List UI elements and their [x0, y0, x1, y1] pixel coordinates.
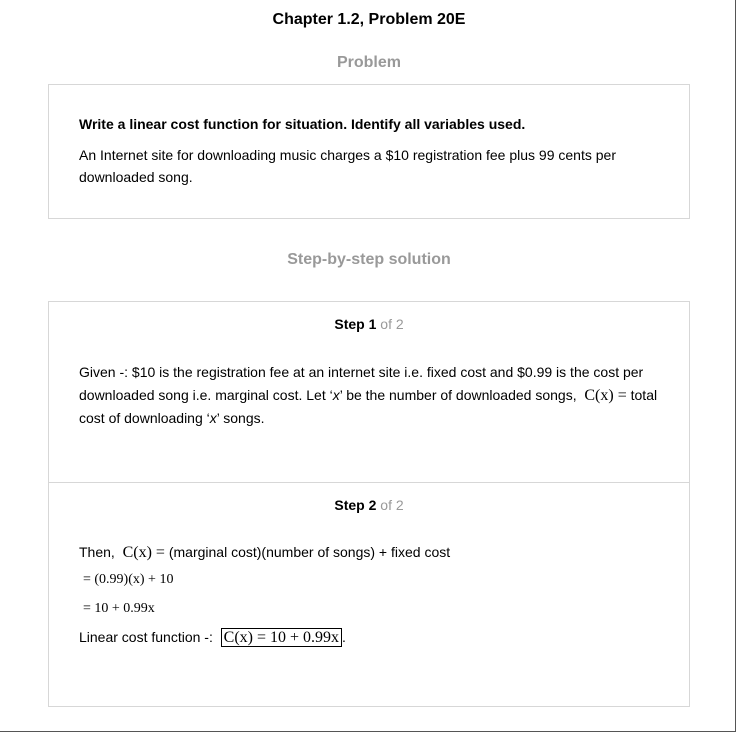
solution-box: Step 1 of 2 Given -: $10 is the registra…: [48, 301, 690, 707]
step-2-of: of 2: [380, 497, 404, 513]
chapter-title: Chapter 1.2, Problem 20E: [272, 11, 466, 28]
step-1-of: of 2: [380, 316, 404, 332]
step-1-math: C(x) =: [584, 387, 627, 404]
step-1-text: Given -: $10 is the registration fee at …: [79, 361, 664, 430]
step-1-number: 1: [368, 316, 377, 332]
solution-heading: Step-by-step solution: [287, 251, 451, 268]
step-2-label: Step 2 of 2: [334, 497, 404, 513]
step-2-result-line: Linear cost function -: C(x) = 10 + 0.99…: [79, 628, 346, 647]
step-2-then-math: C(x) =: [122, 544, 165, 561]
problem-box: Write a linear cost function for situati…: [48, 84, 690, 219]
step-1: Step 1 of 2 Given -: $10 is the registra…: [49, 302, 689, 483]
step-1-label: Step 1 of 2: [334, 316, 404, 332]
step-2-then-text: (marginal cost)(number of songs) + fixed…: [168, 544, 451, 560]
problem-text: An Internet site for downloading music c…: [79, 147, 616, 185]
step-2-result-label: Linear cost function -:: [79, 629, 213, 645]
step-2: Step 2 of 2 Then, C(x) = (marginal cost)…: [49, 483, 689, 706]
step-1-var: x: [332, 387, 340, 403]
step-1-text-d: ’ songs.: [216, 410, 265, 426]
problem-instruction: Write a linear cost function for situati…: [79, 116, 526, 132]
step-1-text-b: ’ be the number of downloaded songs,: [339, 387, 577, 403]
step-2-then-line: Then, C(x) = (marginal cost)(number of s…: [79, 544, 450, 562]
step-2-then-label: Then,: [79, 544, 115, 560]
step-2-equation-1: = (0.99)(x) + 10: [83, 572, 174, 587]
step-2-number: 2: [368, 497, 377, 513]
step-2-result-end: .: [342, 629, 346, 645]
step-2-result-math: C(x) = 10 + 0.99x: [220, 628, 343, 647]
step-2-equation-2: = 10 + 0.99x: [83, 601, 155, 616]
step-1-var-2: x: [209, 410, 217, 426]
problem-heading: Problem: [336, 54, 401, 71]
